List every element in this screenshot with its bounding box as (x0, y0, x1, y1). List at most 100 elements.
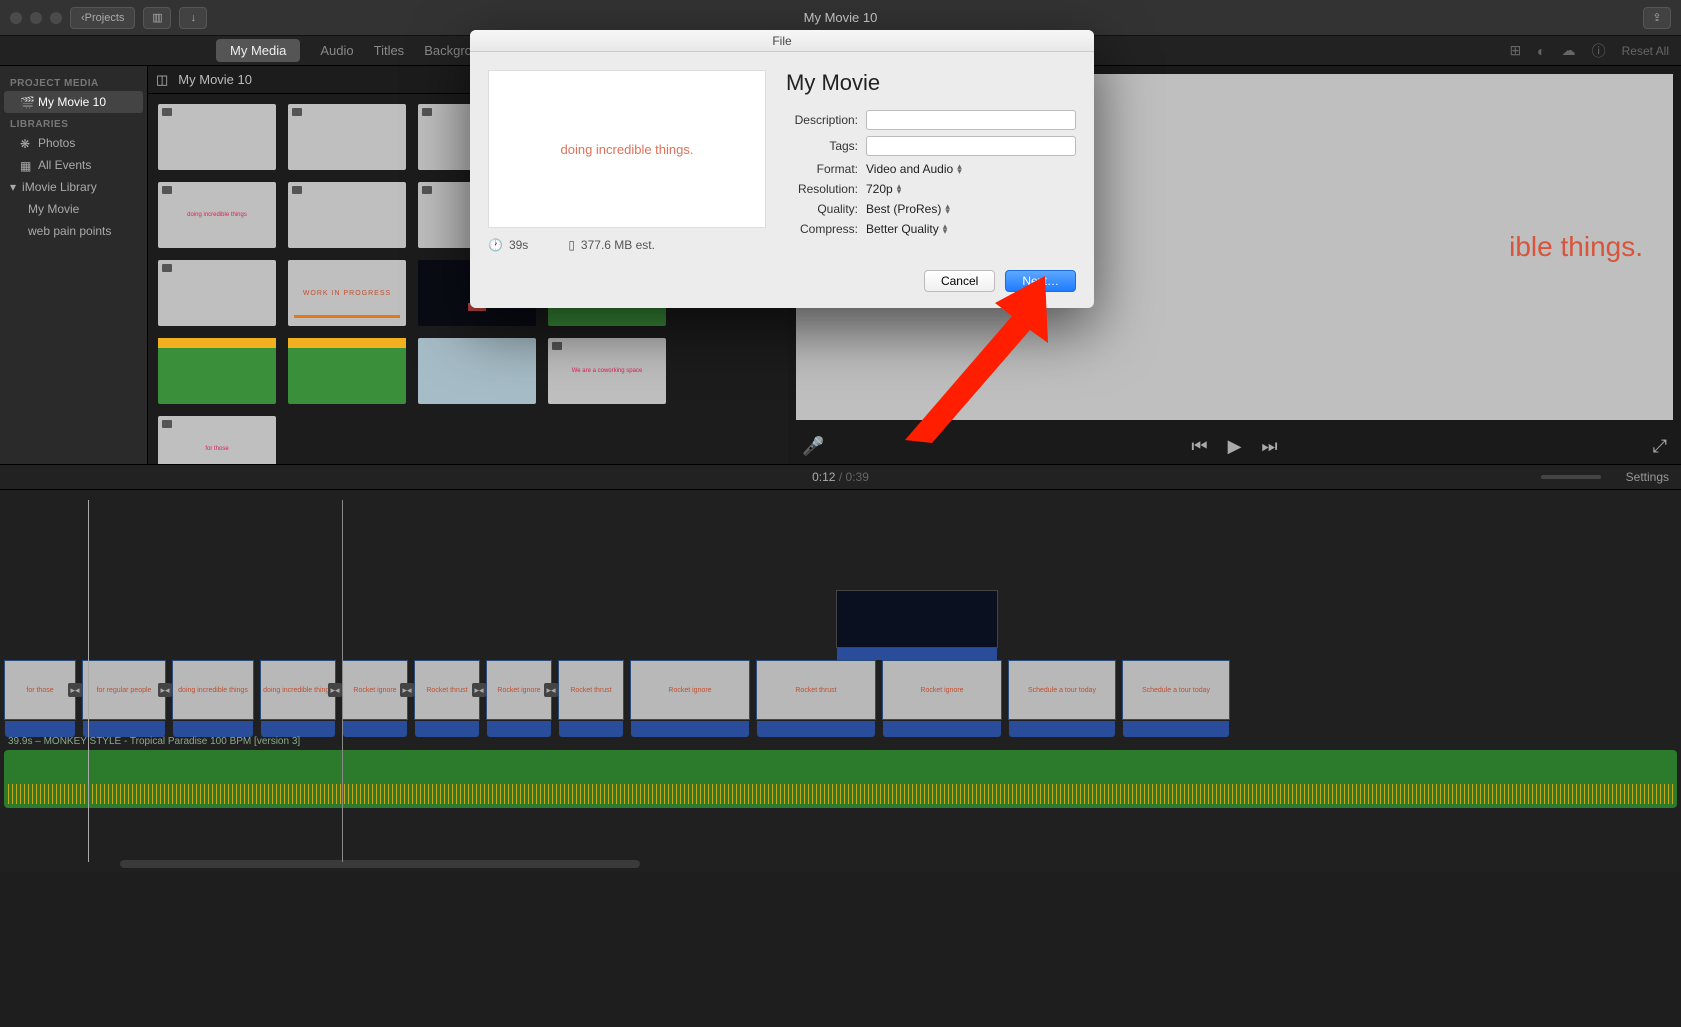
sidebar-item-all-events[interactable]: ▦All Events (0, 154, 147, 176)
window-title: My Movie 10 (804, 10, 878, 25)
next-button[interactable]: Next… (1005, 270, 1076, 292)
connected-clip[interactable] (836, 590, 998, 648)
quality-label: Quality: (786, 202, 866, 216)
playback-controls: 🎤 ⏮ ▶ ⏭ ⤢ (788, 428, 1681, 464)
play-button[interactable]: ▶ (1228, 436, 1242, 457)
sidebar: PROJECT MEDIA 🎬 My Movie 10 LIBRARIES ❋P… (0, 66, 148, 464)
sidebar-item-web-pain-points[interactable]: web pain points (0, 220, 147, 242)
close-window-icon[interactable] (10, 12, 22, 24)
tab-my-media[interactable]: My Media (216, 39, 300, 62)
flower-icon: ❋ (20, 137, 32, 149)
transition-icon[interactable]: ▸◂ (68, 683, 82, 697)
format-label: Format: (786, 162, 866, 176)
tab-titles[interactable]: Titles (374, 43, 405, 58)
format-select[interactable]: Video and Audio▴▾ (866, 162, 962, 176)
timeline-clip[interactable]: doing incredible things (172, 660, 254, 720)
skimmer[interactable] (342, 500, 343, 862)
info-icon[interactable]: ⓘ (1592, 41, 1606, 61)
horizontal-scrollbar[interactable] (120, 860, 640, 868)
compress-label: Compress: (786, 222, 866, 236)
timeline-clip[interactable]: Rocket thrust (756, 660, 876, 720)
transition-icon[interactable]: ▸◂ (158, 683, 172, 697)
clip-thumb[interactable] (158, 104, 276, 170)
transition-icon[interactable]: ▸◂ (400, 683, 414, 697)
sidebar-project-item[interactable]: 🎬 My Movie 10 (4, 91, 143, 113)
clock-icon: 🕐 (488, 238, 503, 252)
dropdown-chevron-icon: ▴▾ (897, 184, 902, 194)
export-dialog: File doing incredible things. 🕐39s ▯377.… (470, 30, 1094, 308)
playhead[interactable] (88, 500, 89, 862)
clip-thumb[interactable] (288, 338, 406, 404)
timeline-time: 0:12 / 0:39 (812, 470, 869, 484)
timeline[interactable]: for those▸◂ for regular people▸◂ doing i… (0, 490, 1681, 872)
clip-thumb[interactable]: for those (158, 416, 276, 464)
audio-clip-label: 39.9s – MONKEY STYLE - Tropical Paradise… (8, 736, 300, 747)
clip-thumb[interactable] (288, 182, 406, 248)
description-input[interactable] (866, 110, 1076, 130)
clip-thumb[interactable] (158, 260, 276, 326)
timeline-clip[interactable]: doing incredible things▸◂ (260, 660, 336, 720)
sidebar-header-project: PROJECT MEDIA (0, 72, 147, 91)
tags-label: Tags: (786, 139, 866, 153)
camera-icon (162, 108, 172, 116)
reset-all-button[interactable]: Reset All (1622, 44, 1669, 58)
browser-title: My Movie 10 (178, 72, 252, 87)
cancel-button[interactable]: Cancel (924, 270, 995, 292)
clip-thumb[interactable] (418, 338, 536, 404)
timeline-clip[interactable]: Rocket thrust (558, 660, 624, 720)
audio-track[interactable]: 39.9s – MONKEY STYLE - Tropical Paradise… (4, 750, 1677, 808)
export-filesize: ▯377.6 MB est. (568, 238, 655, 252)
zoom-window-icon[interactable] (50, 12, 62, 24)
description-label: Description: (786, 113, 866, 127)
timeline-clip[interactable]: Rocket ignore▸◂ (342, 660, 408, 720)
clip-thumb[interactable]: WORK IN PROGRESS (288, 260, 406, 326)
clip-thumb[interactable]: doing incredible things (158, 182, 276, 248)
voiceover-icon[interactable]: 🎤 (802, 436, 824, 457)
timeline-clip[interactable]: Schedule a tour today (1008, 660, 1116, 720)
timeline-clip[interactable]: Rocket ignore (882, 660, 1002, 720)
calendar-icon: ▦ (20, 159, 32, 171)
transition-icon[interactable]: ▸◂ (472, 683, 486, 697)
sidebar-item-my-movie[interactable]: My Movie (0, 198, 147, 220)
clapper-icon: 🎬 (20, 96, 32, 108)
preview-text: ible things. (1509, 231, 1643, 263)
clip-thumb[interactable] (158, 338, 276, 404)
sidebar-toggle-icon[interactable]: ◫ (156, 72, 168, 88)
sidebar-item-imovie-library[interactable]: ▾ iMovie Library (0, 176, 147, 198)
timeline-clip[interactable]: Rocket ignore (630, 660, 750, 720)
zoom-slider[interactable] (1541, 475, 1601, 479)
back-projects-button[interactable]: ‹ Projects (70, 7, 135, 29)
transition-icon[interactable]: ▸◂ (544, 683, 558, 697)
next-button[interactable]: ⏭ (1261, 436, 1277, 457)
transition-icon[interactable]: ▸◂ (328, 683, 342, 697)
share-button[interactable]: ⇪ (1643, 7, 1671, 29)
color-correction-icon[interactable]: ☁ (1562, 42, 1576, 59)
export-title: My Movie (786, 70, 1076, 96)
resolution-select[interactable]: 720p▴▾ (866, 182, 901, 196)
timeline-settings-button[interactable]: Settings (1626, 470, 1669, 484)
quality-select[interactable]: Best (ProRes)▴▾ (866, 202, 950, 216)
timeline-clip[interactable]: for those▸◂ (4, 660, 76, 720)
import-button[interactable]: ▥ (143, 7, 171, 29)
audio-waveform (8, 784, 1673, 804)
prev-button[interactable]: ⏮ (1191, 436, 1207, 457)
fullscreen-icon[interactable]: ⤢ (1653, 436, 1667, 457)
color-balance-icon[interactable]: ◐ (1537, 43, 1545, 59)
video-track[interactable]: for those▸◂ for regular people▸◂ doing i… (0, 660, 1681, 740)
adjust-icon[interactable]: ⊞ (1509, 42, 1521, 59)
minimize-window-icon[interactable] (30, 12, 42, 24)
clip-thumb[interactable] (288, 104, 406, 170)
timeline-clip[interactable]: Schedule a tour today (1122, 660, 1230, 720)
timeline-clip[interactable]: Rocket ignore▸◂ (486, 660, 552, 720)
tags-input[interactable] (866, 136, 1076, 156)
clip-thumb[interactable]: We are a coworking space (548, 338, 666, 404)
disclosure-triangle-icon[interactable]: ▾ (10, 180, 16, 194)
timeline-clip[interactable]: Rocket thrust▸◂ (414, 660, 480, 720)
timeline-clip[interactable]: for regular people▸◂ (82, 660, 166, 720)
timeline-header: 0:12 / 0:39 Settings (0, 464, 1681, 490)
window-traffic-lights[interactable] (10, 12, 62, 24)
sidebar-item-photos[interactable]: ❋Photos (0, 132, 147, 154)
tab-audio[interactable]: Audio (320, 43, 353, 58)
compress-select[interactable]: Better Quality▴▾ (866, 222, 947, 236)
download-button[interactable]: ↓ (179, 7, 207, 29)
